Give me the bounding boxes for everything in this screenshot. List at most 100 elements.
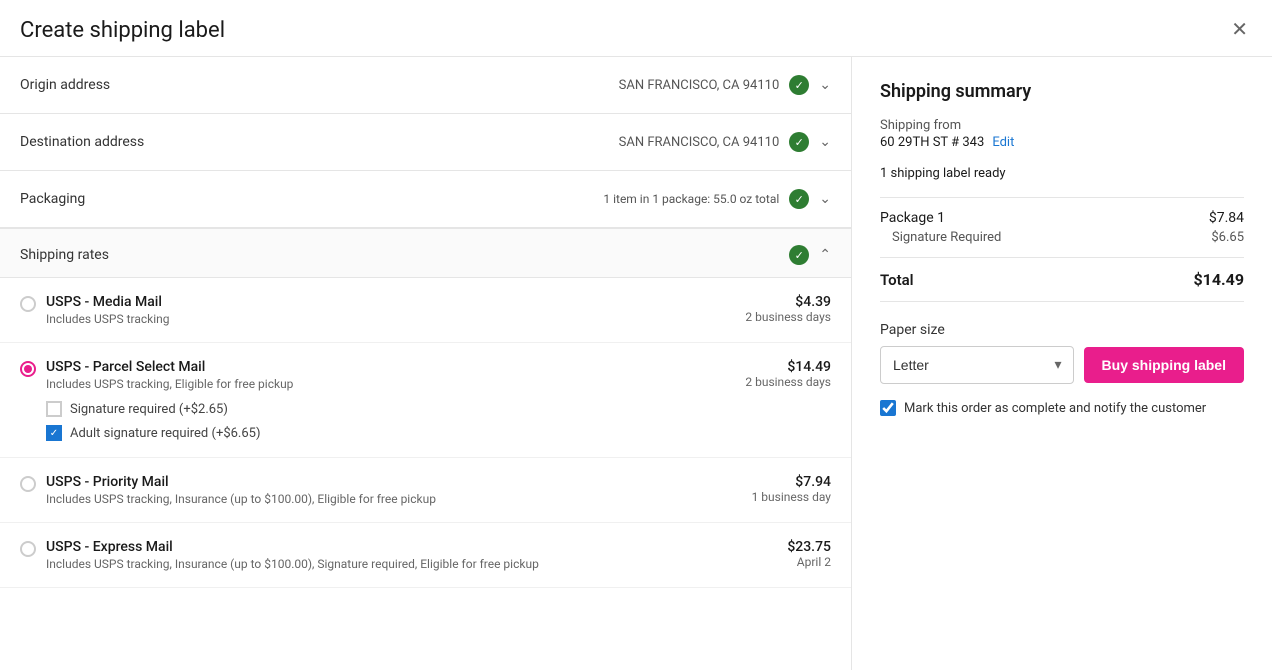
rate-name-usps-media: USPS - Media Mail	[46, 294, 170, 310]
destination-header[interactable]: Destination address SAN FRANCISCO, CA 94…	[0, 114, 851, 170]
rate-info-usps-priority: USPS - Priority Mail Includes USPS track…	[46, 474, 436, 506]
rate-desc-usps-parcel: Includes USPS tracking, Eligible for fre…	[46, 377, 293, 391]
origin-value: SAN FRANCISCO, CA 94110	[619, 78, 780, 93]
rates-check-icon: ✓	[789, 245, 809, 265]
rates-label: Shipping rates	[20, 247, 109, 263]
rate-main-usps-parcel: USPS - Parcel Select Mail Includes USPS …	[20, 359, 831, 391]
origin-check-icon: ✓	[789, 75, 809, 95]
packaging-header-left: Packaging	[20, 191, 85, 207]
rate-price-col-usps-express: $23.75 April 2	[787, 539, 831, 569]
origin-label: Origin address	[20, 77, 110, 93]
destination-label: Destination address	[20, 134, 144, 150]
notify-label: Mark this order as complete and notify t…	[904, 401, 1206, 416]
rate-days-usps-media: 2 business days	[745, 310, 831, 324]
rate-desc-usps-priority: Includes USPS tracking, Insurance (up to…	[46, 492, 436, 506]
rate-name-usps-express: USPS - Express Mail	[46, 539, 539, 555]
paper-size-select-wrapper: Letter 4x6 Label	[880, 346, 1074, 384]
modal-body: Origin address SAN FRANCISCO, CA 94110 ✓…	[0, 57, 1272, 670]
rate-price-usps-media: $4.39	[745, 294, 831, 310]
radio-usps-media[interactable]	[20, 296, 36, 312]
destination-value: SAN FRANCISCO, CA 94110	[619, 135, 780, 150]
notify-checkbox[interactable]	[880, 400, 896, 416]
rate-info-usps-parcel: USPS - Parcel Select Mail Includes USPS …	[46, 359, 293, 391]
summary-total-price: $14.49	[1193, 270, 1244, 289]
summary-labels-ready: 1 shipping label ready	[880, 166, 1244, 181]
rate-left-usps-express: USPS - Express Mail Includes USPS tracki…	[20, 539, 539, 571]
rate-option-usps-express: USPS - Express Mail Includes USPS tracki…	[0, 523, 851, 588]
rate-left-usps-priority: USPS - Priority Mail Includes USPS track…	[20, 474, 436, 506]
summary-package-row: Package 1 $7.84	[880, 210, 1244, 226]
origin-header-right: SAN FRANCISCO, CA 94110 ✓ ⌄	[619, 75, 831, 95]
edit-link[interactable]: Edit	[992, 135, 1014, 150]
rates-chevron-icon: ⌃	[819, 247, 831, 263]
rate-addons-usps-parcel: Signature required (+$2.65) ✓ Adult sign…	[46, 401, 831, 441]
rate-days-usps-parcel: 2 business days	[745, 375, 831, 389]
rate-name-usps-parcel: USPS - Parcel Select Mail	[46, 359, 293, 375]
rates-header-right: ✓ ⌃	[789, 245, 831, 265]
addon-adult-signature: ✓ Adult signature required (+$6.65)	[46, 425, 831, 441]
checkbox-adult-signature[interactable]: ✓	[46, 425, 62, 441]
summary-package-price: $7.84	[1209, 210, 1244, 226]
modal-header: Create shipping label ✕	[0, 0, 1272, 57]
summary-divider-2	[880, 257, 1244, 258]
right-panel: Shipping summary Shipping from 60 29TH S…	[852, 57, 1272, 670]
summary-total-label: Total	[880, 271, 914, 289]
summary-title: Shipping summary	[880, 81, 1244, 102]
summary-address-row: 60 29TH ST # 343 Edit	[880, 135, 1244, 150]
destination-header-right: SAN FRANCISCO, CA 94110 ✓ ⌄	[619, 132, 831, 152]
paper-size-section: Paper size Letter 4x6 Label Buy shipping…	[880, 322, 1244, 384]
addon-signature-required: Signature required (+$2.65)	[46, 401, 831, 417]
summary-signature-row: Signature Required $6.65	[880, 230, 1244, 245]
packaging-header-right: 1 item in 1 package: 55.0 oz total ✓ ⌄	[603, 189, 831, 209]
summary-signature-label: Signature Required	[892, 230, 1001, 245]
rate-options-list: USPS - Media Mail Includes USPS tracking…	[0, 278, 851, 588]
rate-info-usps-express: USPS - Express Mail Includes USPS tracki…	[46, 539, 539, 571]
rate-desc-usps-media: Includes USPS tracking	[46, 312, 170, 326]
rate-left-usps-media: USPS - Media Mail Includes USPS tracking	[20, 294, 170, 326]
summary-signature-price: $6.65	[1211, 230, 1244, 245]
origin-header[interactable]: Origin address SAN FRANCISCO, CA 94110 ✓…	[0, 57, 851, 113]
packaging-label: Packaging	[20, 191, 85, 207]
packaging-header[interactable]: Packaging 1 item in 1 package: 55.0 oz t…	[0, 171, 851, 227]
rate-info-usps-media: USPS - Media Mail Includes USPS tracking	[46, 294, 170, 326]
rate-price-usps-priority: $7.94	[752, 474, 831, 490]
rate-price-usps-parcel: $14.49	[745, 359, 831, 375]
rate-name-usps-priority: USPS - Priority Mail	[46, 474, 436, 490]
paper-size-row: Letter 4x6 Label Buy shipping label	[880, 346, 1244, 384]
addon-label-signature-required: Signature required (+$2.65)	[70, 402, 228, 417]
buy-shipping-label-button[interactable]: Buy shipping label	[1084, 347, 1244, 383]
packaging-section: Packaging 1 item in 1 package: 55.0 oz t…	[0, 171, 851, 228]
rate-main-usps-media: USPS - Media Mail Includes USPS tracking…	[20, 294, 831, 326]
packaging-value: 1 item in 1 package: 55.0 oz total	[603, 192, 779, 206]
paper-size-label: Paper size	[880, 322, 1244, 338]
rate-desc-usps-express: Includes USPS tracking, Insurance (up to…	[46, 557, 539, 571]
rate-days-usps-priority: 1 business day	[752, 490, 831, 504]
summary-package-label: Package 1	[880, 210, 945, 226]
close-button[interactable]: ✕	[1227, 16, 1252, 44]
destination-section: Destination address SAN FRANCISCO, CA 94…	[0, 114, 851, 171]
left-panel: Origin address SAN FRANCISCO, CA 94110 ✓…	[0, 57, 852, 670]
rates-header[interactable]: Shipping rates ✓ ⌃	[0, 228, 851, 278]
rate-price-col-usps-parcel: $14.49 2 business days	[745, 359, 831, 389]
rate-option-usps-parcel: USPS - Parcel Select Mail Includes USPS …	[0, 343, 851, 458]
summary-divider-3	[880, 301, 1244, 302]
radio-usps-express[interactable]	[20, 541, 36, 557]
paper-size-select[interactable]: Letter 4x6 Label	[880, 346, 1074, 384]
rate-price-col-usps-media: $4.39 2 business days	[745, 294, 831, 324]
origin-header-left: Origin address	[20, 77, 110, 93]
radio-usps-parcel[interactable]	[20, 361, 36, 377]
modal-title: Create shipping label	[20, 18, 225, 43]
rate-option-usps-priority: USPS - Priority Mail Includes USPS track…	[0, 458, 851, 523]
summary-shipping-from: Shipping from 60 29TH ST # 343 Edit	[880, 118, 1244, 150]
summary-address: 60 29TH ST # 343	[880, 135, 984, 150]
origin-chevron-icon: ⌄	[819, 77, 831, 93]
origin-section: Origin address SAN FRANCISCO, CA 94110 ✓…	[0, 57, 851, 114]
rate-option-usps-media: USPS - Media Mail Includes USPS tracking…	[0, 278, 851, 343]
radio-usps-priority[interactable]	[20, 476, 36, 492]
summary-divider-1	[880, 197, 1244, 198]
rate-main-usps-priority: USPS - Priority Mail Includes USPS track…	[20, 474, 831, 506]
destination-header-left: Destination address	[20, 134, 144, 150]
checkbox-signature-required[interactable]	[46, 401, 62, 417]
summary-from-label: Shipping from	[880, 118, 1244, 133]
addon-label-adult-signature: Adult signature required (+$6.65)	[70, 426, 261, 441]
